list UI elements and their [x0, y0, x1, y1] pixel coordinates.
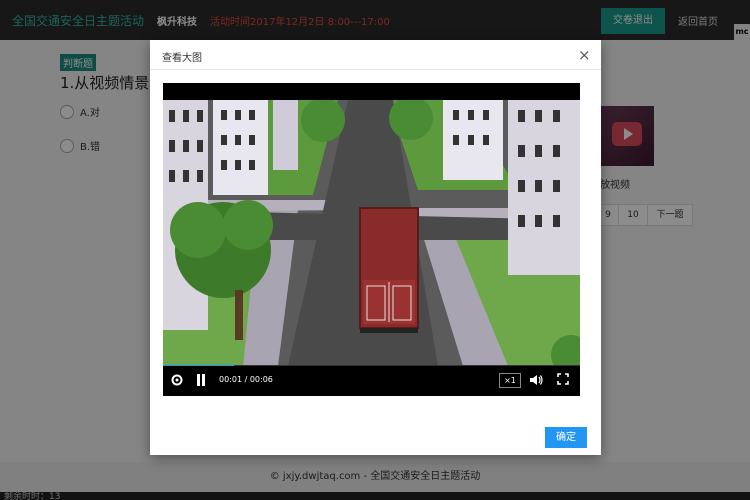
speed-button[interactable]: ×1	[499, 373, 521, 388]
video-player[interactable]: 00:01 / 00:06 ×1	[163, 83, 580, 396]
ok-button[interactable]: 确定	[545, 427, 587, 448]
volume-icon[interactable]	[529, 373, 543, 387]
close-icon[interactable]: ×	[578, 46, 591, 64]
modal-title: 查看大图	[162, 53, 202, 64]
time-display: 00:01 / 00:06	[219, 375, 273, 384]
pause-icon[interactable]	[195, 374, 207, 386]
fullscreen-icon[interactable]	[557, 373, 569, 385]
modal-header: 查看大图 ×	[150, 40, 601, 70]
view-image-modal: 查看大图 × 00:01 / 00:06 ×1 确定	[150, 40, 601, 455]
video-frame	[163, 100, 580, 366]
gear-icon[interactable]	[171, 374, 183, 386]
player-controls: 00:01 / 00:06 ×1	[163, 366, 580, 396]
